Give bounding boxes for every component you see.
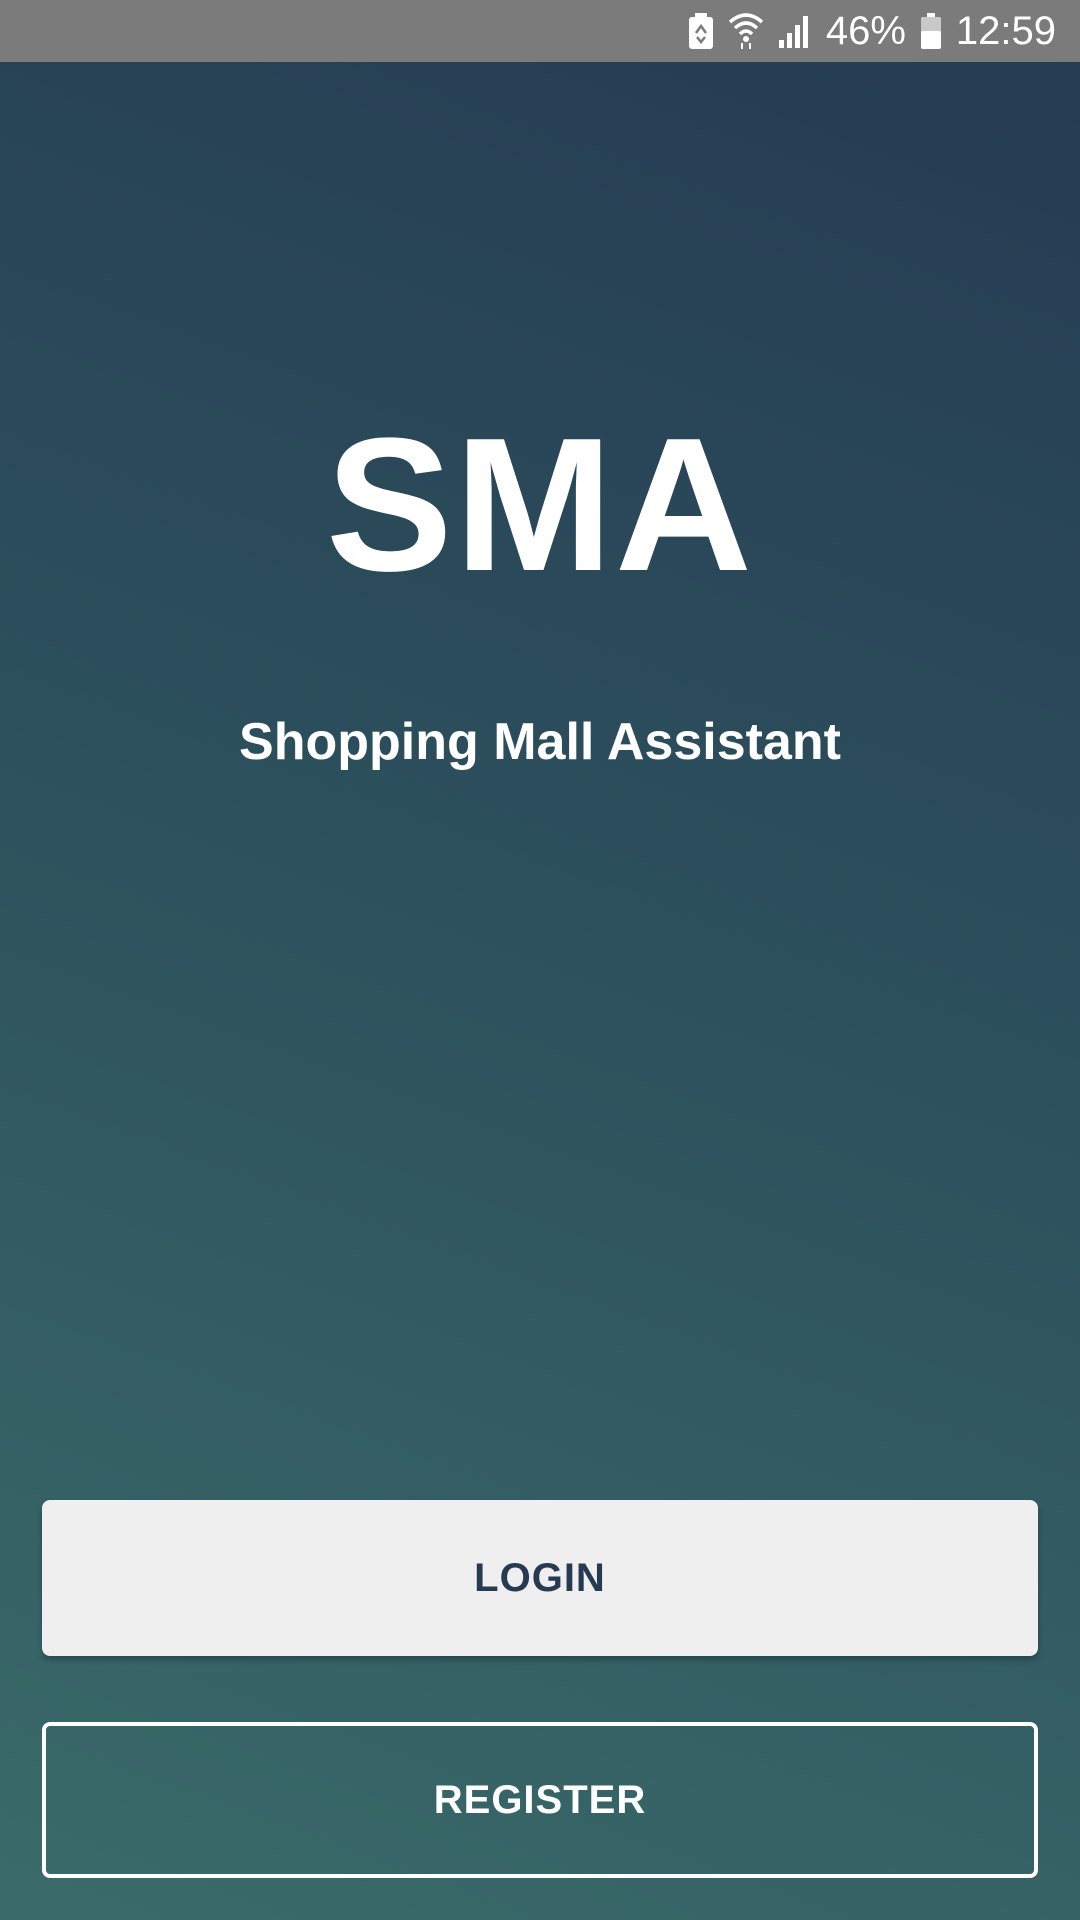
clock: 12:59 xyxy=(955,9,1056,53)
app-title: SMA xyxy=(325,399,755,611)
battery-icon xyxy=(920,13,942,49)
signal-icon xyxy=(778,14,812,48)
battery-percent: 46% xyxy=(825,9,906,53)
wifi-icon xyxy=(728,12,764,50)
app-subtitle: Shopping Mall Assistant xyxy=(239,713,841,771)
login-button[interactable]: LOGIN xyxy=(42,1500,1038,1656)
status-bar: 46% 12:59 xyxy=(0,0,1080,62)
app-screen: 46% 12:59 SMA Shopping Mall Assistant LO… xyxy=(0,0,1080,1920)
battery-saver-icon xyxy=(688,13,714,49)
register-button[interactable]: REGISTER xyxy=(42,1722,1038,1878)
